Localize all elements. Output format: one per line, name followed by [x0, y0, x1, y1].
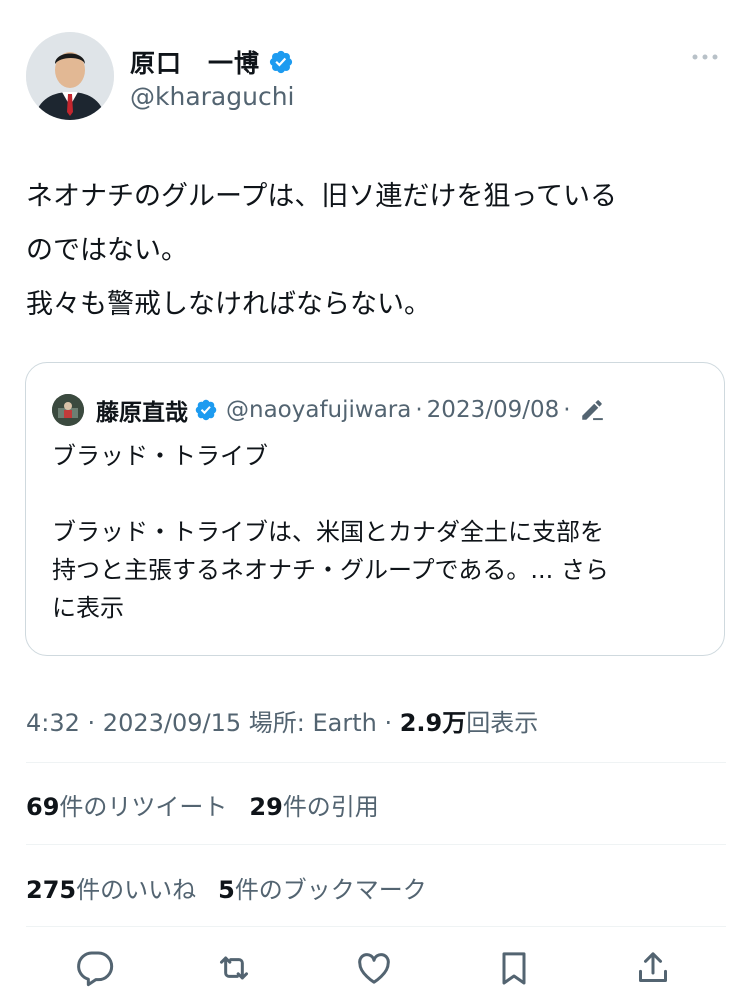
quoted-tweet-line: ブラッド・トライブは、米国とカナダ全土に支部を	[52, 518, 604, 546]
quoted-tweet[interactable]: 藤原直哉 @naoyafujiwara · 2023/09/08 · ブラッド・…	[25, 362, 725, 656]
bookmarks-label: 件のブックマーク	[234, 876, 427, 904]
views-label: 回表示	[466, 709, 539, 737]
tweet-text: ネオナチのグループは、旧ソ連だけを狙っている のではない。 我々も警戒しなければ…	[26, 170, 726, 332]
likes-count: 275	[26, 876, 77, 904]
separator-dot: ·	[376, 709, 400, 737]
retweets-stat[interactable]: 69件のリツイート	[26, 793, 227, 821]
share-icon[interactable]	[633, 948, 673, 988]
tweet-header: 原口 一博 @kharaguchi	[26, 32, 726, 124]
quoted-tweet-date[interactable]: 2023/09/08	[427, 397, 560, 423]
quoted-tweet-body: ブラッド・トライブ ブラッド・トライブは、米国とカナダ全土に支部を 持つと主張す…	[52, 437, 712, 627]
likes-label: 件のいいね	[76, 876, 197, 904]
author-handle[interactable]: @kharaguchi	[130, 82, 295, 111]
retweets-label: 件のリツイート	[59, 793, 228, 821]
quotes-count: 29	[249, 793, 283, 821]
divider	[26, 762, 726, 763]
tweet-line: 我々も警戒しなければならない。	[26, 289, 431, 320]
views-count: 2.9万	[399, 709, 467, 737]
like-icon[interactable]	[354, 948, 394, 988]
bookmark-icon[interactable]	[494, 948, 534, 988]
quoted-tweet-title: ブラッド・トライブ	[52, 442, 268, 470]
author-avatar[interactable]	[26, 32, 114, 120]
tweet-date[interactable]: 2023/09/15	[103, 709, 241, 737]
separator-dot: ·	[79, 709, 103, 737]
quotes-label: 件の引用	[282, 793, 379, 821]
verified-badge-icon	[195, 399, 217, 421]
quoted-author-name[interactable]: 藤原直哉	[96, 393, 188, 427]
divider	[26, 926, 726, 927]
tweet-line: のではない。	[26, 235, 188, 266]
quoted-tweet-header: 藤原直哉 @naoyafujiwara · 2023/09/08 ·	[52, 393, 605, 427]
bookmarks-stat[interactable]: 5件のブックマーク	[218, 876, 427, 904]
tweet-location: 場所: Earth	[241, 709, 377, 737]
quotes-stat[interactable]: 29件の引用	[249, 793, 378, 821]
quoted-tweet-line: 持つと主張するネオナチ・グループである。... さら	[52, 556, 609, 584]
divider	[26, 844, 726, 845]
quoted-author-avatar[interactable]	[52, 394, 84, 426]
stats-row-engagement: 275件のいいね 5件のブックマーク	[26, 870, 427, 905]
separator-dot: ·	[415, 397, 423, 423]
author-name[interactable]: 原口 一博	[130, 44, 260, 80]
likes-stat[interactable]: 275件のいいね	[26, 876, 196, 904]
tweet-time[interactable]: 4:32	[26, 709, 80, 737]
verified-badge-icon	[269, 50, 293, 74]
tweet-meta: 4:32 · 2023/09/15 場所: Earth · 2.9万回表示	[26, 703, 538, 738]
more-options-icon[interactable]	[690, 50, 720, 64]
retweets-count: 69	[26, 793, 60, 821]
edited-icon[interactable]	[579, 397, 605, 423]
action-bar	[0, 948, 740, 992]
separator-dot: ·	[563, 397, 571, 423]
stats-row-reposts: 69件のリツイート 29件の引用	[26, 787, 379, 822]
bookmarks-count: 5	[218, 876, 235, 904]
quoted-author-handle: @naoyafujiwara	[226, 397, 412, 423]
tweet-line: ネオナチのグループは、旧ソ連だけを狙っている	[26, 181, 618, 212]
reply-icon[interactable]	[75, 948, 115, 988]
quoted-tweet-line: に表示	[52, 594, 124, 622]
retweet-icon[interactable]	[214, 948, 254, 988]
